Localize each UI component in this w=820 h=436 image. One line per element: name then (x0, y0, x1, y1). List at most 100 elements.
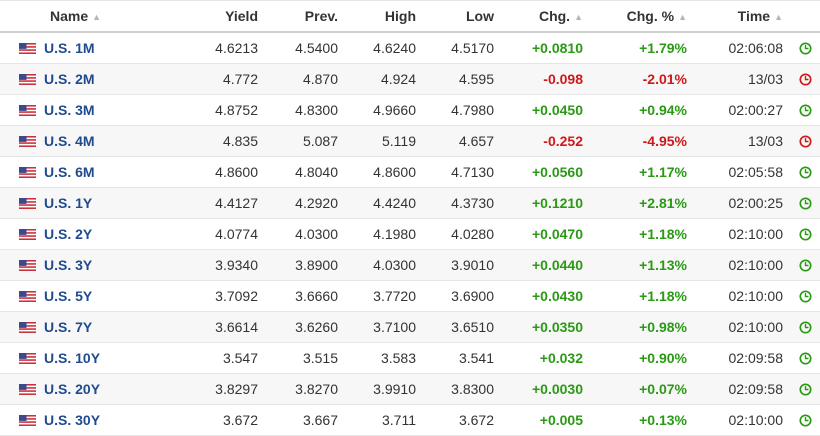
us-flag-icon (19, 290, 36, 302)
us-flag-icon (19, 228, 36, 240)
table-row: U.S. 2M 4.772 4.870 4.924 4.595 -0.098 -… (0, 64, 820, 95)
chg-pct-column-header[interactable]: Chg. % ▲︎ (583, 8, 687, 24)
prev-value: 4.2920 (295, 195, 338, 211)
prev-value: 3.6260 (295, 319, 338, 335)
table-header: Name ▲︎ Yield Prev. High Low Chg. ▲︎ Chg. … (0, 1, 820, 33)
table-row: U.S. 1M 4.6213 4.5400 4.6240 4.5170 +0.0… (0, 33, 820, 64)
flag-cell (0, 135, 44, 147)
high-value: 4.0300 (373, 257, 416, 273)
change-percent-value: +1.79% (639, 40, 687, 56)
bond-name-link[interactable]: U.S. 20Y (44, 381, 162, 397)
table-row: U.S. 7Y 3.6614 3.6260 3.7100 3.6510 +0.0… (0, 312, 820, 343)
prev-value: 3.8900 (295, 257, 338, 273)
bond-name-link[interactable]: U.S. 1M (44, 40, 162, 56)
low-value: 3.541 (458, 350, 494, 366)
bond-name-link[interactable]: U.S. 6M (44, 164, 162, 180)
change-percent-value: +0.90% (639, 350, 687, 366)
change-percent-value: +2.81% (639, 195, 687, 211)
low-value: 3.8300 (451, 381, 494, 397)
status-cell (783, 227, 820, 241)
bond-name-link[interactable]: U.S. 7Y (44, 319, 162, 335)
high-value: 4.924 (380, 71, 416, 87)
change-percent-value: -2.01% (642, 71, 687, 87)
time-column-header[interactable]: Time ▲︎ (687, 8, 783, 24)
low-value: 4.7130 (451, 164, 494, 180)
change-value: +0.0030 (532, 381, 583, 397)
high-value: 4.8600 (373, 164, 416, 180)
bond-name-link[interactable]: U.S. 30Y (44, 412, 162, 428)
low-value: 4.3730 (451, 195, 494, 211)
status-cell (783, 320, 820, 334)
high-column-header[interactable]: High (338, 8, 416, 24)
time-value: 02:09:58 (728, 381, 784, 397)
us-flag-icon (19, 104, 36, 116)
low-value: 3.9010 (451, 257, 494, 273)
flag-cell (0, 259, 44, 271)
prev-value: 4.8300 (295, 102, 338, 118)
bond-name-link[interactable]: U.S. 3Y (44, 257, 162, 273)
yield-value: 3.7092 (215, 288, 258, 304)
flag-cell (0, 73, 44, 85)
high-value: 3.583 (380, 350, 416, 366)
change-value: +0.1210 (532, 195, 583, 211)
yield-value: 3.6614 (215, 319, 258, 335)
prev-value: 5.087 (302, 133, 338, 149)
high-value: 4.9660 (373, 102, 416, 118)
yield-column-header[interactable]: Yield (162, 8, 258, 24)
clock-icon (799, 320, 812, 334)
clock-icon (799, 134, 812, 148)
yield-value: 3.547 (222, 350, 258, 366)
yield-value: 4.835 (222, 133, 258, 149)
status-cell (783, 41, 820, 55)
name-column-header[interactable]: Name ▲︎ (44, 8, 162, 24)
high-value: 4.6240 (373, 40, 416, 56)
change-percent-value: +0.94% (639, 102, 687, 118)
flag-cell (0, 166, 44, 178)
status-cell (783, 72, 820, 86)
change-percent-value: +0.07% (639, 381, 687, 397)
table-row: U.S. 30Y 3.672 3.667 3.711 3.672 +0.005 … (0, 405, 820, 436)
table-row: U.S. 2Y 4.0774 4.0300 4.1980 4.0280 +0.0… (0, 219, 820, 250)
bond-name-link[interactable]: U.S. 10Y (44, 350, 162, 366)
time-value: 02:00:27 (728, 102, 784, 118)
us-flag-icon (19, 42, 36, 54)
bond-name-link[interactable]: U.S. 5Y (44, 288, 162, 304)
bond-yields-table: Name ▲︎ Yield Prev. High Low Chg. ▲︎ Chg. … (0, 0, 820, 436)
bond-name-link[interactable]: U.S. 4M (44, 133, 162, 149)
bond-name-link[interactable]: U.S. 1Y (44, 195, 162, 211)
chg-column-header[interactable]: Chg. ▲︎ (494, 8, 583, 24)
name-header-label: Name (50, 8, 89, 24)
table-row: U.S. 4M 4.835 5.087 5.119 4.657 -0.252 -… (0, 126, 820, 157)
flag-cell (0, 42, 44, 54)
bond-name-link[interactable]: U.S. 3M (44, 102, 162, 118)
prev-value: 3.8270 (295, 381, 338, 397)
change-percent-value: +1.17% (639, 164, 687, 180)
change-percent-value: +0.98% (639, 319, 687, 335)
time-value: 02:10:00 (728, 288, 784, 304)
low-value: 3.6900 (451, 288, 494, 304)
prev-column-header[interactable]: Prev. (258, 8, 338, 24)
bond-name-link[interactable]: U.S. 2M (44, 71, 162, 87)
clock-icon (799, 413, 812, 427)
clock-icon (799, 289, 812, 303)
bond-name-link[interactable]: U.S. 2Y (44, 226, 162, 242)
sort-icon: ▲︎ (774, 12, 783, 22)
yield-value: 3.9340 (215, 257, 258, 273)
flag-cell (0, 104, 44, 116)
change-value: +0.0430 (532, 288, 583, 304)
high-value: 3.7100 (373, 319, 416, 335)
us-flag-icon (19, 166, 36, 178)
clock-icon (799, 165, 812, 179)
time-value: 02:06:08 (728, 40, 784, 56)
change-percent-value: +1.13% (639, 257, 687, 273)
status-cell (783, 165, 820, 179)
clock-icon (799, 72, 812, 86)
status-cell (783, 103, 820, 117)
status-cell (783, 413, 820, 427)
low-value: 4.595 (458, 71, 494, 87)
clock-icon (799, 351, 812, 365)
us-flag-icon (19, 135, 36, 147)
low-column-header[interactable]: Low (416, 8, 494, 24)
flag-cell (0, 383, 44, 395)
high-value: 3.711 (382, 412, 416, 428)
